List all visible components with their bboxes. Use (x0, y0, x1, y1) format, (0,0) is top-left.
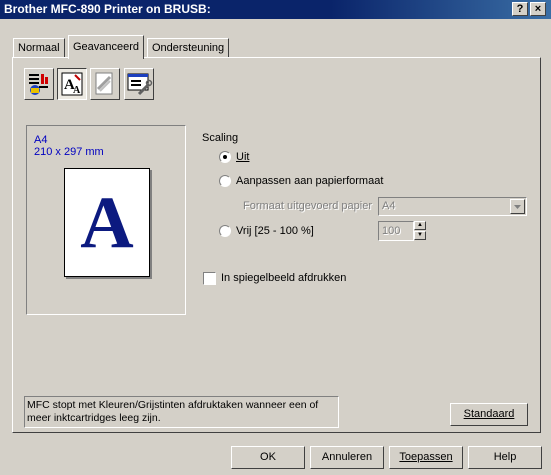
apply-button-label: Toepassen (399, 451, 453, 463)
spin-down-icon[interactable]: ▼ (414, 231, 426, 240)
ok-button[interactable]: OK (231, 446, 305, 469)
scaling-icon: A A (61, 72, 83, 96)
status-message: MFC stopt met Kleuren/Grijstinten afdruk… (27, 399, 319, 424)
help-title-button[interactable]: ? (512, 2, 528, 16)
paper-preview-panel: A4 210 x 297 mm A (26, 125, 186, 315)
apply-button[interactable]: Toepassen (389, 446, 463, 469)
scaling-label: Scaling (202, 132, 239, 144)
svg-text:A: A (73, 85, 81, 96)
scaling-fit-radio[interactable] (219, 175, 231, 187)
chevron-down-icon[interactable] (510, 199, 525, 214)
watermark-button[interactable] (90, 68, 120, 100)
output-format-label: Formaat uitgevoerd papier (243, 200, 373, 212)
scaling-button[interactable]: A A (57, 68, 87, 100)
paper-name: A4 (34, 134, 48, 146)
scaling-off-radio[interactable] (219, 151, 231, 163)
device-options-icon (127, 73, 153, 96)
spin-up-icon[interactable]: ▲ (414, 221, 426, 230)
status-message-box: MFC stopt met Kleuren/Grijstinten afdruk… (24, 396, 339, 428)
scaling-fit-label[interactable]: Aanpassen aan papierformaat (236, 175, 383, 187)
tab-normaal[interactable]: Normaal (13, 38, 65, 58)
default-button-label: Standaard (463, 408, 515, 420)
output-format-select[interactable]: A4 (378, 197, 527, 216)
paper-size: 210 x 297 mm (34, 146, 104, 158)
paper-page: A (64, 168, 150, 277)
color-settings-icon (29, 74, 48, 95)
tab-geavanceerd[interactable]: Geavanceerd (68, 35, 145, 59)
color-settings-button[interactable] (24, 68, 54, 100)
preview-letter: A (80, 182, 134, 264)
scaling-free-value: 100 (382, 225, 401, 237)
scaling-free-label[interactable]: Vrij [25 - 100 %] (236, 225, 314, 237)
window-title: Brother MFC-890 Printer on BRUSB: (4, 2, 211, 16)
scaling-off-label[interactable]: Uit (236, 151, 249, 163)
tab-ondersteuning[interactable]: Ondersteuning (147, 38, 230, 58)
device-options-button[interactable] (124, 68, 154, 100)
scaling-free-radio[interactable] (219, 225, 231, 237)
close-title-button[interactable]: × (530, 2, 546, 16)
mirror-label[interactable]: In spiegelbeeld afdrukken (221, 272, 346, 284)
mirror-checkbox[interactable] (203, 272, 216, 285)
default-button[interactable]: Standaard (450, 403, 528, 426)
watermark-icon (95, 72, 113, 95)
help-button[interactable]: Help (468, 446, 542, 469)
output-format-value: A4 (382, 200, 396, 212)
title-bar: Brother MFC-890 Printer on BRUSB: ? × (0, 0, 551, 19)
scaling-free-input[interactable]: 100 (378, 221, 414, 241)
cancel-button[interactable]: Annuleren (310, 446, 384, 469)
